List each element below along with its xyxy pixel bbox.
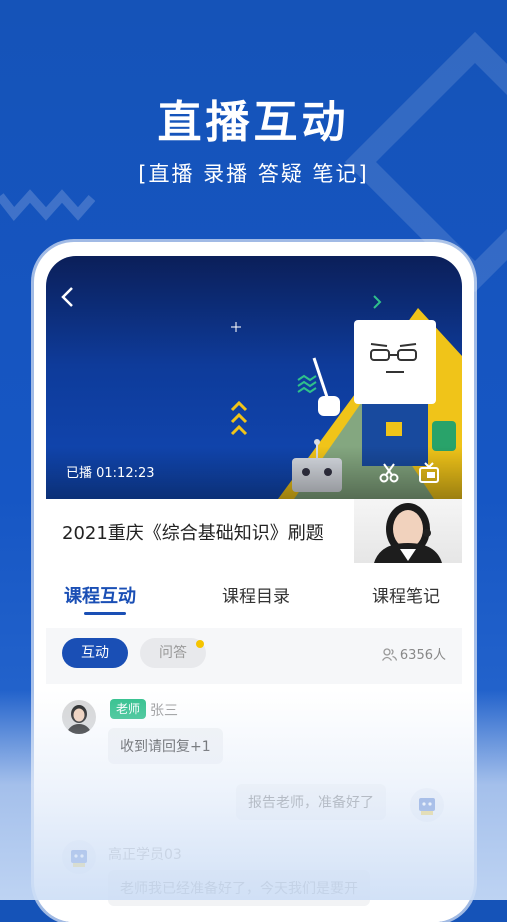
interact-filter-button[interactable]: 互动 xyxy=(62,638,128,668)
robot-avatar-icon xyxy=(71,850,87,867)
content-tabs: 课程互动 课程目录 课程笔记 xyxy=(46,576,462,615)
video-player[interactable]: 已播 01:12:23 xyxy=(46,256,462,499)
message-sender-name: 张三 xyxy=(150,703,178,719)
scissors-icon[interactable] xyxy=(378,462,400,484)
zigzag-decoration xyxy=(0,189,95,222)
student-avatar[interactable] xyxy=(62,840,96,874)
switch-screen-icon[interactable] xyxy=(418,462,440,484)
promo-subline: [直播 录播 答疑 笔记] xyxy=(138,162,369,186)
teacher-camera[interactable] xyxy=(354,499,462,563)
notification-dot xyxy=(196,640,204,648)
replay-time: 已播 01:12:23 xyxy=(66,466,155,481)
student-avatar[interactable] xyxy=(410,788,444,822)
chat-list: 老师 张三 收到请回复+1 报告老师，准备好了 高正学员03 老师我已经准备好了… xyxy=(46,684,462,922)
message-filter-bar: 互动 问答 6356人 xyxy=(46,628,462,684)
tab-course-interaction[interactable]: 课程互动 xyxy=(64,582,136,608)
back-chevron-icon[interactable] xyxy=(60,286,76,308)
app-screen: 已播 01:12:23 2021重庆《综合基础知识》刷题 课程互动 课程目录 课… xyxy=(46,256,462,922)
tab-course-catalog[interactable]: 课程目录 xyxy=(222,582,290,607)
message-bubble[interactable]: 老师我已经准备好了，今天我们是要开 xyxy=(108,870,370,906)
teacher-role-tag: 老师 xyxy=(110,699,147,719)
promo-headline: 直播互动 xyxy=(157,97,350,148)
active-tab-indicator xyxy=(84,612,126,615)
online-count-text: 6356人 xyxy=(399,648,446,663)
course-title: 2021重庆《综合基础知识》刷题 xyxy=(62,523,324,544)
message-sender-name: 高正学员03 xyxy=(108,847,182,863)
course-title-bar: 2021重庆《综合基础知识》刷题 xyxy=(46,499,462,563)
robot-avatar-icon xyxy=(419,798,435,815)
online-count: 6356人 xyxy=(381,644,446,663)
my-message-bubble[interactable]: 报告老师，准备好了 xyxy=(236,784,386,820)
teacher-portrait xyxy=(374,503,442,563)
message-bubble[interactable]: 收到请回复+1 xyxy=(108,728,223,764)
tab-course-notes[interactable]: 课程笔记 xyxy=(372,582,440,607)
teacher-avatar-image xyxy=(62,700,96,734)
users-icon xyxy=(381,648,398,661)
teacher-avatar[interactable] xyxy=(62,700,96,734)
phone-frame: 已播 01:12:23 2021重庆《综合基础知识》刷题 课程互动 课程目录 课… xyxy=(34,242,474,922)
